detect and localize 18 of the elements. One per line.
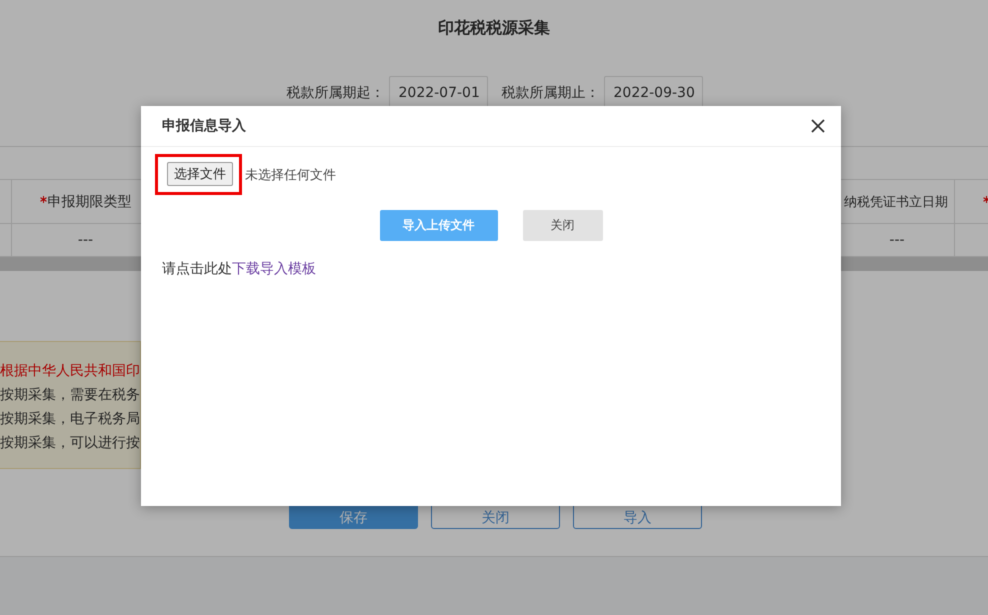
notice-text: 按期采集，可以进行按: [0, 434, 140, 452]
file-status: 未选择任何文件: [245, 166, 336, 184]
choose-file-button[interactable]: 选择文件: [167, 162, 233, 186]
field-label: 税款所属期起：: [286, 84, 384, 102]
table-cell: ---: [78, 232, 94, 248]
dialog-title: 申报信息导入: [162, 117, 246, 135]
notice-text: 按期采集，需要在税务: [0, 386, 140, 404]
dialog-button[interactable]: 关闭: [522, 210, 602, 241]
table-cell: ---: [889, 232, 905, 248]
download-link[interactable]: 下载导入模板: [232, 260, 316, 278]
column-header: 纳税凭证书立日期: [844, 194, 948, 210]
close-icon[interactable]: [811, 119, 825, 133]
field-label: 税款所属期止：: [502, 84, 600, 102]
column-header: 申报期限类型: [48, 192, 132, 210]
notice-text: 根据中华人民共和国印: [0, 362, 140, 380]
hint-text: 请点击此处: [162, 260, 232, 278]
notice-text: 按期采集，电子税务局: [0, 410, 140, 428]
page-title: 印花税税源采集: [438, 18, 550, 39]
